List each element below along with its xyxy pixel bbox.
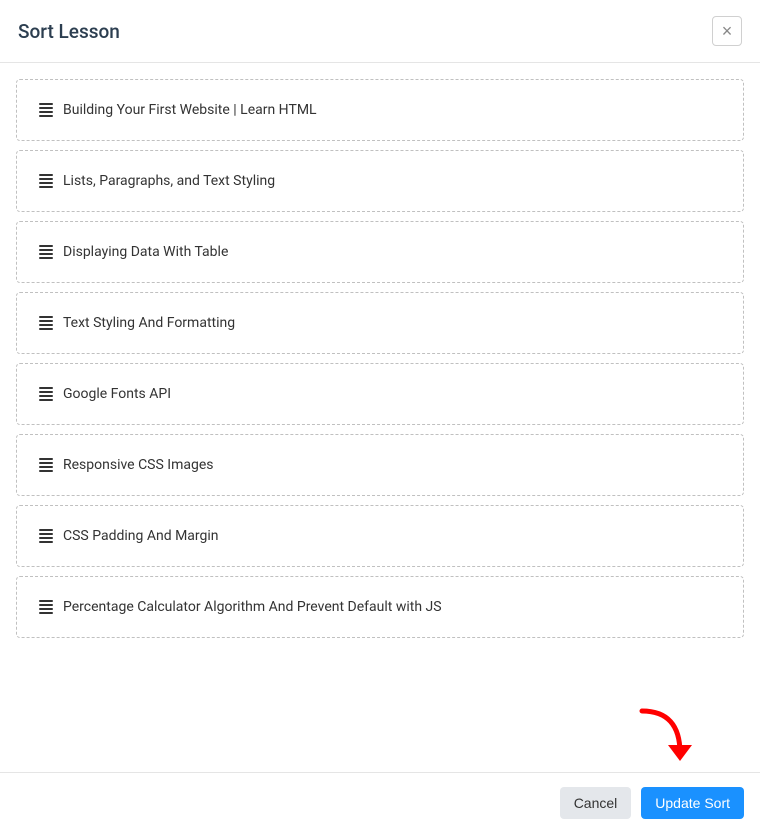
drag-handle-icon[interactable] — [39, 458, 53, 472]
sort-item[interactable]: Building Your First Website | Learn HTML — [16, 79, 744, 141]
drag-handle-icon[interactable] — [39, 103, 53, 117]
modal-header: Sort Lesson × — [0, 0, 760, 63]
drag-handle-icon[interactable] — [39, 600, 53, 614]
sort-item[interactable]: CSS Padding And Margin — [16, 505, 744, 567]
drag-handle-icon[interactable] — [39, 245, 53, 259]
sort-item[interactable]: Displaying Data With Table — [16, 221, 744, 283]
lesson-label: Responsive CSS Images — [63, 457, 214, 473]
sort-item[interactable]: Lists, Paragraphs, and Text Styling — [16, 150, 744, 212]
lesson-label: Lists, Paragraphs, and Text Styling — [63, 173, 275, 189]
modal-title: Sort Lesson — [18, 20, 120, 43]
lesson-label: CSS Padding And Margin — [63, 528, 219, 544]
lesson-label: Percentage Calculator Algorithm And Prev… — [63, 599, 442, 615]
sort-item[interactable]: Text Styling And Formatting — [16, 292, 744, 354]
close-icon: × — [722, 22, 733, 40]
sort-list: Building Your First Website | Learn HTML… — [16, 79, 744, 638]
drag-handle-icon[interactable] — [39, 529, 53, 543]
cancel-button[interactable]: Cancel — [560, 787, 632, 819]
lesson-label: Building Your First Website | Learn HTML — [63, 102, 317, 118]
lesson-label: Displaying Data With Table — [63, 244, 228, 260]
modal-footer: Cancel Update Sort — [0, 772, 760, 833]
modal-body: Building Your First Website | Learn HTML… — [0, 63, 760, 654]
annotation-arrow-icon — [632, 703, 702, 773]
drag-handle-icon[interactable] — [39, 316, 53, 330]
lesson-label: Google Fonts API — [63, 386, 171, 402]
sort-item[interactable]: Percentage Calculator Algorithm And Prev… — [16, 576, 744, 638]
sort-item[interactable]: Google Fonts API — [16, 363, 744, 425]
update-sort-button[interactable]: Update Sort — [641, 787, 744, 819]
close-button[interactable]: × — [712, 16, 742, 46]
lesson-label: Text Styling And Formatting — [63, 315, 235, 331]
drag-handle-icon[interactable] — [39, 387, 53, 401]
sort-item[interactable]: Responsive CSS Images — [16, 434, 744, 496]
drag-handle-icon[interactable] — [39, 174, 53, 188]
